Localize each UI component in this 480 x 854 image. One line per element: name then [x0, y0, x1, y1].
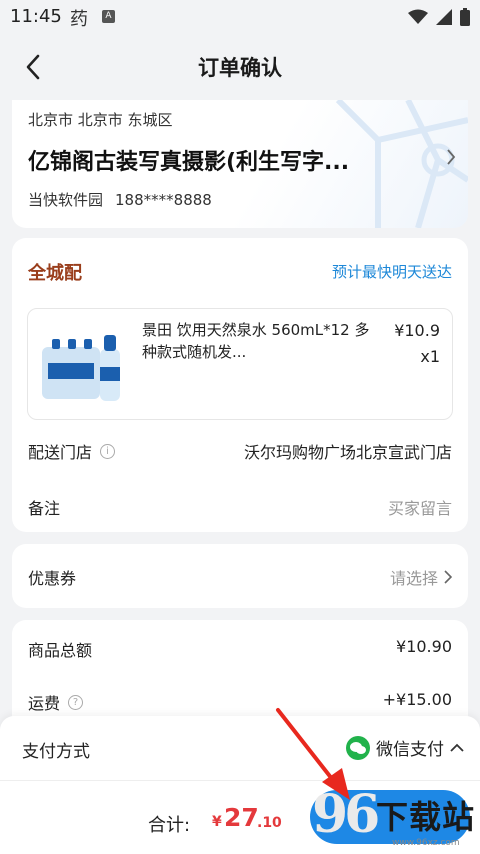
address-name: 亿锦阁古装写真摄影(利生写字...	[28, 150, 350, 175]
coupon-value-wrap: 请选择	[390, 565, 452, 589]
store-value: 沃尔玛购物广场北京宣武门店	[243, 443, 452, 462]
order-card: 全城配 预计最快明天送达 景田 饮用天然泉水 560mL*12 多种款式随机发.…	[12, 238, 468, 532]
signal-icon	[436, 9, 452, 25]
product-image	[38, 319, 132, 411]
total-amount-decimal: .10	[257, 815, 282, 831]
store-label-text: 配送门店	[28, 443, 93, 462]
remark-input[interactable]: 买家留言	[388, 495, 452, 519]
contact-phone: 188****8888	[115, 191, 212, 209]
product-item[interactable]: 景田 饮用天然泉水 560mL*12 多种款式随机发... ¥10.9 x1	[27, 308, 453, 420]
status-icons	[408, 8, 470, 26]
chevron-right-icon	[447, 149, 456, 165]
product-quantity: x1	[420, 347, 440, 366]
goods-total-label: 商品总额	[28, 641, 93, 660]
nav-bar: 订单确认	[0, 36, 480, 98]
product-price: ¥10.9	[394, 321, 440, 340]
goods-total-value: ¥10.90	[396, 637, 452, 656]
payment-method-name: 微信支付	[376, 740, 444, 760]
status-notification-icon: A	[102, 10, 115, 23]
watermark-logo-mark: 96	[312, 784, 380, 845]
payment-method-selector[interactable]: 微信支付	[346, 735, 464, 760]
total-amount-integer: 27	[224, 803, 259, 832]
help-icon[interactable]: ?	[68, 694, 84, 710]
shipping-label-text: 运费	[28, 694, 61, 713]
battery-icon	[460, 8, 470, 26]
total-currency: ¥	[212, 814, 222, 830]
delivery-eta: 预计最快明天送达	[331, 263, 452, 281]
payment-label: 支付方式	[22, 742, 90, 762]
watermark-text: 下载站	[376, 798, 476, 836]
delivery-type: 全城配	[28, 263, 82, 284]
address-card[interactable]: 北京市 北京市 东城区 亿锦阁古装写真摄影(利生写字... 当快软件园 188**…	[12, 100, 468, 228]
totals-card: 商品总额 ¥10.90 运费 ? +¥15.00	[12, 620, 468, 730]
wechat-icon	[346, 735, 370, 760]
address-contact: 当快软件园 188****8888	[28, 189, 212, 210]
shipping-value: +¥15.00	[382, 690, 452, 709]
watermark-url: www.96xz.com	[392, 838, 460, 848]
shipping-label: 运费 ?	[28, 690, 84, 714]
payment-method-bar: 支付方式 微信支付	[0, 716, 480, 780]
info-icon[interactable]: i	[100, 443, 116, 459]
status-app-glyph: 药	[70, 9, 88, 30]
contact-name: 当快软件园	[28, 191, 104, 209]
status-time: 11:45	[10, 6, 62, 27]
status-bar: 11:45 药 A	[0, 0, 480, 36]
wifi-icon	[408, 9, 428, 24]
product-name: 景田 饮用天然泉水 560mL*12 多种款式随机发...	[142, 321, 370, 361]
watermark-logo: 96 下载站 www.96xz.com	[312, 786, 480, 854]
coupon-label: 优惠券	[28, 569, 77, 588]
address-region: 北京市 北京市 东城区	[28, 111, 173, 129]
store-label: 配送门店 i	[28, 439, 116, 463]
chevron-up-icon	[450, 743, 464, 752]
page-title: 订单确认	[198, 56, 282, 80]
coupon-value: 请选择	[389, 569, 438, 588]
total-label: 合计:	[148, 815, 191, 836]
remark-label: 备注	[28, 499, 61, 518]
coupon-row[interactable]: 优惠券 请选择	[12, 544, 468, 608]
chevron-right-icon	[444, 570, 452, 584]
